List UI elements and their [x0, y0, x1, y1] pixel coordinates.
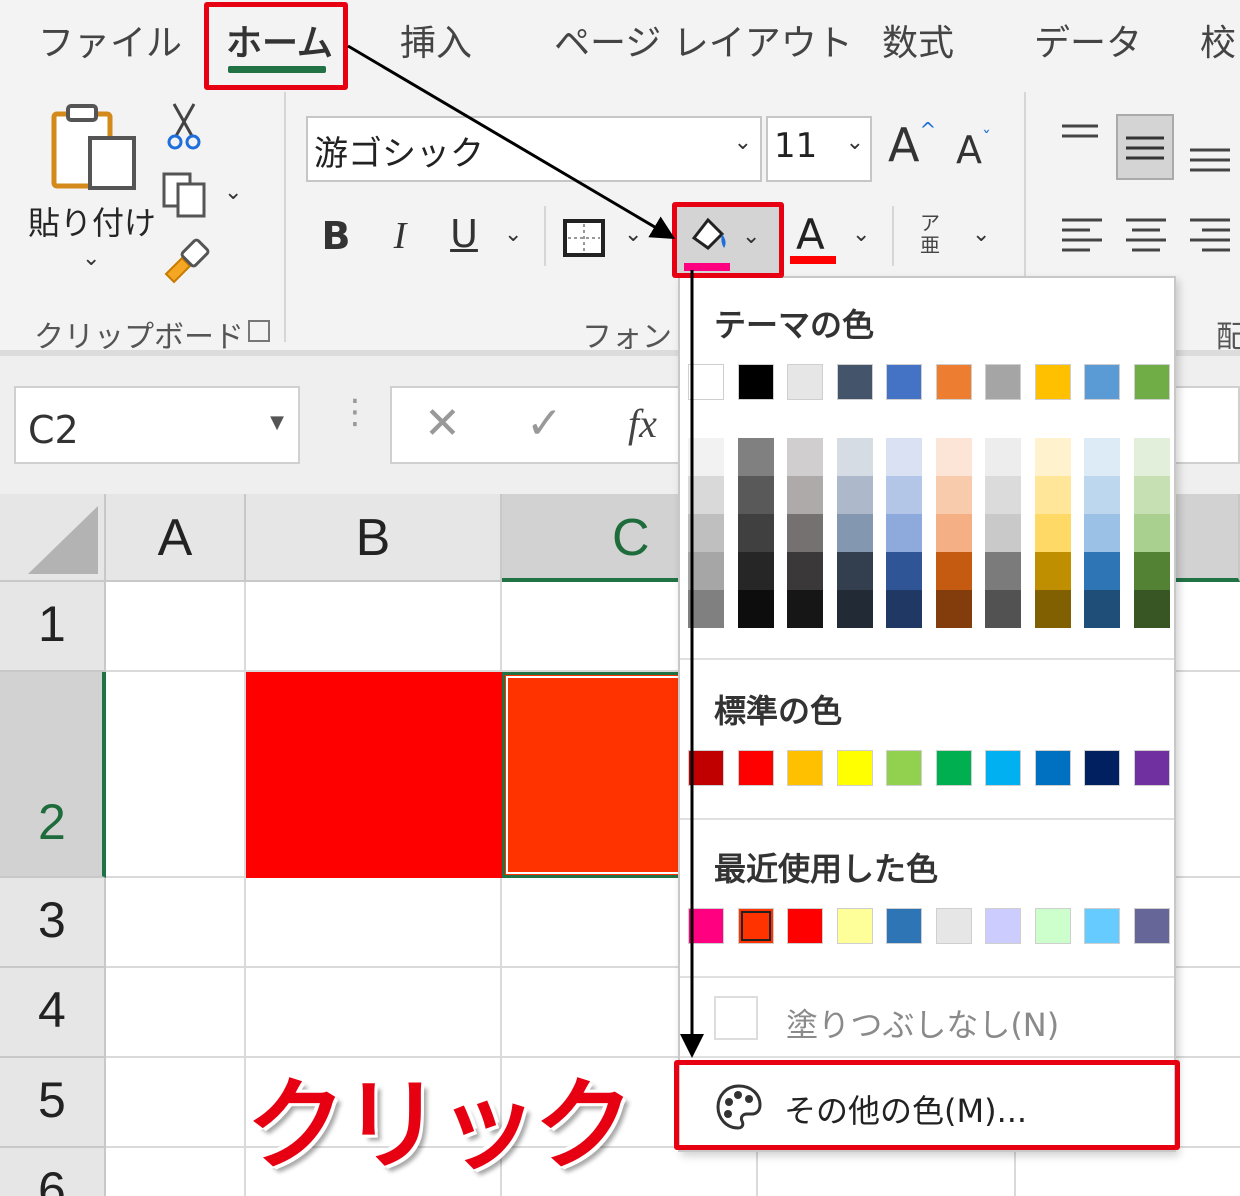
annotation-arrows [347, 44, 704, 1058]
arrow-home-to-fill [347, 44, 676, 240]
click-annotation: クリック [246, 1067, 634, 1184]
